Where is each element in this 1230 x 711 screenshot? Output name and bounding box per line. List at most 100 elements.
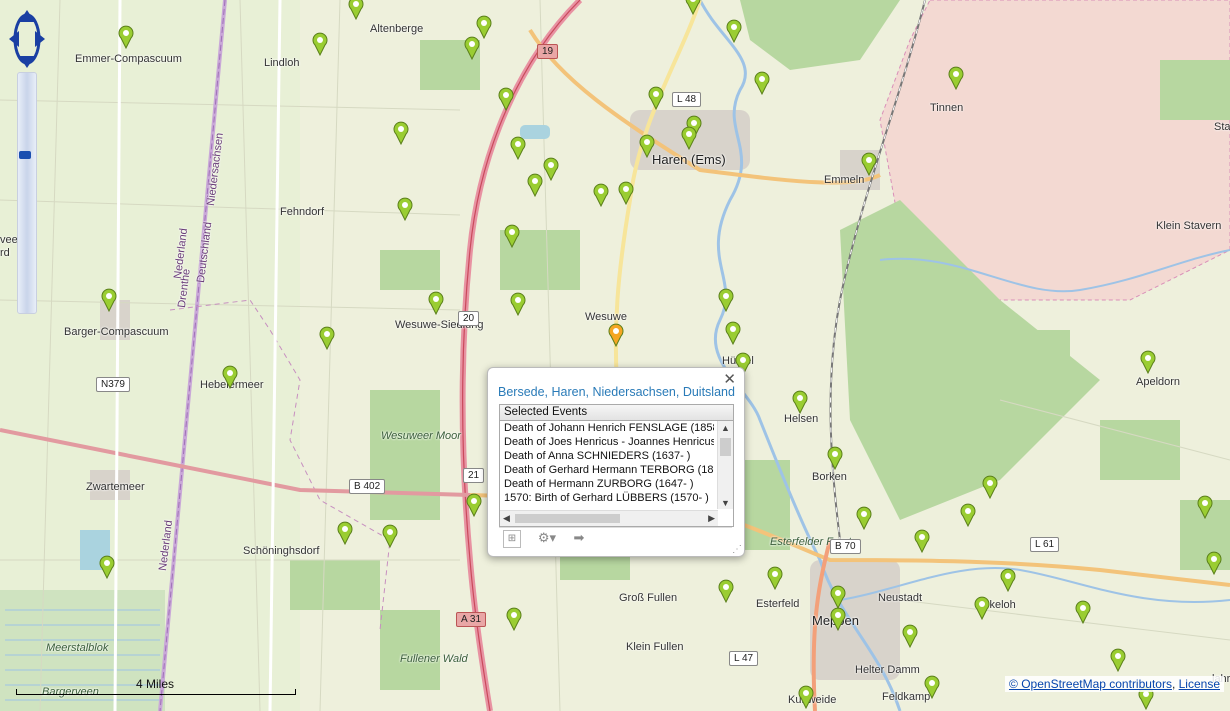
zoom-slider-handle[interactable] bbox=[19, 151, 31, 159]
map-pin-icon[interactable] bbox=[639, 134, 655, 158]
map-pin-icon[interactable] bbox=[830, 585, 846, 609]
forward-arrow-icon[interactable]: ➡ bbox=[569, 530, 589, 546]
map-pin-icon[interactable] bbox=[382, 524, 398, 548]
map-pin-icon[interactable] bbox=[792, 390, 808, 414]
map-pin-icon[interactable] bbox=[1075, 600, 1091, 624]
popup-title[interactable]: Bersede, Haren, Niedersachsen, Duitsland bbox=[498, 385, 735, 399]
place-label: Fehndorf bbox=[280, 206, 325, 218]
place-label: Tinnen bbox=[930, 102, 964, 114]
event-row[interactable]: Death of Johann Henrich FENSLAGE (1858- bbox=[500, 421, 714, 435]
zoom-slider[interactable] bbox=[17, 72, 37, 314]
map-pin-icon[interactable] bbox=[1197, 495, 1213, 519]
map-canvas[interactable]: Emmer-Compascuum Altenberge Lindloh Haren (… bbox=[0, 0, 1230, 711]
resize-grip-icon[interactable]: ⋰ bbox=[732, 544, 742, 555]
map-pin-icon[interactable] bbox=[754, 71, 770, 95]
add-to-list-icon[interactable]: ⊞ bbox=[503, 530, 521, 548]
map-pin-icon[interactable] bbox=[319, 326, 335, 350]
map-pin-icon[interactable] bbox=[924, 675, 940, 699]
place-label: Klein Fullen bbox=[626, 641, 684, 653]
map-pin-icon[interactable] bbox=[312, 32, 328, 56]
map-pin-icon[interactable] bbox=[1000, 568, 1016, 592]
event-row[interactable]: Death of Anna SCHNIEDERS (1637- ) bbox=[500, 449, 714, 463]
place-label: Wesuwe bbox=[585, 311, 627, 323]
map-pin-icon[interactable] bbox=[397, 197, 413, 221]
horizontal-scrollbar[interactable]: ◀ ▶ bbox=[500, 510, 718, 526]
scroll-down-icon[interactable]: ▼ bbox=[721, 498, 730, 508]
map-pin-icon[interactable] bbox=[99, 555, 115, 579]
place-label: Zwartemeer bbox=[86, 481, 145, 493]
map-pin-icon[interactable] bbox=[861, 152, 877, 176]
map-pin-icon[interactable] bbox=[428, 291, 444, 315]
map-pin-icon[interactable] bbox=[948, 66, 964, 90]
scroll-up-icon[interactable]: ▲ bbox=[721, 423, 730, 433]
map-pin-icon[interactable] bbox=[1140, 350, 1156, 374]
map-pin-icon[interactable] bbox=[510, 292, 526, 316]
map-pin-icon[interactable] bbox=[464, 36, 480, 60]
vertical-scroll-thumb[interactable] bbox=[720, 438, 731, 456]
map-pin-icon[interactable] bbox=[504, 224, 520, 248]
map-pin-icon[interactable] bbox=[498, 87, 514, 111]
map-pin-icon[interactable] bbox=[902, 624, 918, 648]
place-label: Schöninghsdorf bbox=[243, 545, 320, 557]
pan-control[interactable] bbox=[9, 10, 45, 68]
map-pin-icon[interactable] bbox=[337, 521, 353, 545]
map-pin-icon[interactable] bbox=[856, 506, 872, 530]
place-label: Fullener Wald bbox=[400, 653, 468, 665]
map-pin-icon[interactable] bbox=[718, 288, 734, 312]
map-pin-icon[interactable] bbox=[914, 529, 930, 553]
map-pin-icon[interactable] bbox=[348, 0, 364, 20]
map-pin-icon[interactable] bbox=[1110, 648, 1126, 672]
license-link[interactable]: License bbox=[1179, 677, 1220, 691]
basemap bbox=[0, 0, 1230, 711]
map-pin-icon[interactable] bbox=[1206, 551, 1222, 575]
osm-contributors-link[interactable]: © OpenStreetMap contributors bbox=[1009, 677, 1172, 691]
vertical-scrollbar[interactable]: ▲ ▼ bbox=[717, 421, 733, 509]
map-pin-icon[interactable] bbox=[982, 475, 998, 499]
map-pin-icon[interactable] bbox=[393, 121, 409, 145]
map-pin-icon[interactable] bbox=[222, 365, 238, 389]
road-shield: N379 bbox=[96, 377, 130, 392]
events-list-header: Selected Events bbox=[500, 405, 733, 421]
map-pin-icon[interactable] bbox=[830, 607, 846, 631]
place-label: Haren (Ems) bbox=[652, 152, 726, 167]
road-shield: L 61 bbox=[1030, 537, 1060, 552]
map-pin-icon[interactable] bbox=[681, 126, 697, 150]
map-pin-icon[interactable] bbox=[593, 183, 609, 207]
place-label: Meerstalblok bbox=[46, 642, 109, 654]
settings-icon[interactable]: ⚙▾ bbox=[533, 530, 561, 546]
map-pin-icon[interactable] bbox=[618, 181, 634, 205]
map-pin-icon[interactable] bbox=[798, 685, 814, 709]
selected-map-pin-icon[interactable] bbox=[608, 323, 624, 347]
road-shield: 20 bbox=[458, 311, 480, 326]
map-pin-icon[interactable] bbox=[466, 493, 482, 517]
map-pin-icon[interactable] bbox=[725, 321, 741, 345]
map-pin-icon[interactable] bbox=[543, 157, 559, 181]
map-pin-icon[interactable] bbox=[118, 25, 134, 49]
place-label: Lindloh bbox=[264, 57, 300, 69]
event-row[interactable]: 1570: Birth of Gerhard LÜBBERS (1570- ) bbox=[500, 491, 714, 505]
scroll-right-icon[interactable]: ▶ bbox=[708, 513, 715, 524]
event-row[interactable]: Death of Hermann ZURBORG (1647- ) bbox=[500, 477, 714, 491]
map-pin-icon[interactable] bbox=[510, 136, 526, 160]
road-shield: L 48 bbox=[672, 92, 702, 107]
map-pin-icon[interactable] bbox=[827, 446, 843, 470]
horizontal-scroll-thumb[interactable] bbox=[515, 514, 620, 523]
popup-toolbar: ⊞ ⚙▾ ➡ bbox=[499, 527, 732, 548]
scale-bar: 4 Miles bbox=[16, 677, 296, 695]
map-pin-icon[interactable] bbox=[960, 503, 976, 527]
map-pin-icon[interactable] bbox=[767, 566, 783, 590]
map-pin-icon[interactable] bbox=[685, 0, 701, 15]
map-pin-icon[interactable] bbox=[527, 173, 543, 197]
map-pin-icon[interactable] bbox=[648, 86, 664, 110]
selected-events-list[interactable]: Selected Events Death of Johann Henrich … bbox=[499, 404, 734, 527]
map-pin-icon[interactable] bbox=[506, 607, 522, 631]
map-pin-icon[interactable] bbox=[726, 19, 742, 43]
event-row[interactable]: Death of Joes Henricus - Joannes Henricu… bbox=[500, 435, 714, 449]
close-icon[interactable]: ✕ bbox=[723, 370, 736, 388]
event-row[interactable]: Death of Gerhard Hermann TERBORG (1831 bbox=[500, 463, 714, 477]
map-pin-icon[interactable] bbox=[101, 288, 117, 312]
map-pin-icon[interactable] bbox=[718, 579, 734, 603]
scroll-left-icon[interactable]: ◀ bbox=[503, 513, 510, 524]
place-label: Groß Fullen bbox=[619, 592, 678, 604]
map-pin-icon[interactable] bbox=[974, 596, 990, 620]
